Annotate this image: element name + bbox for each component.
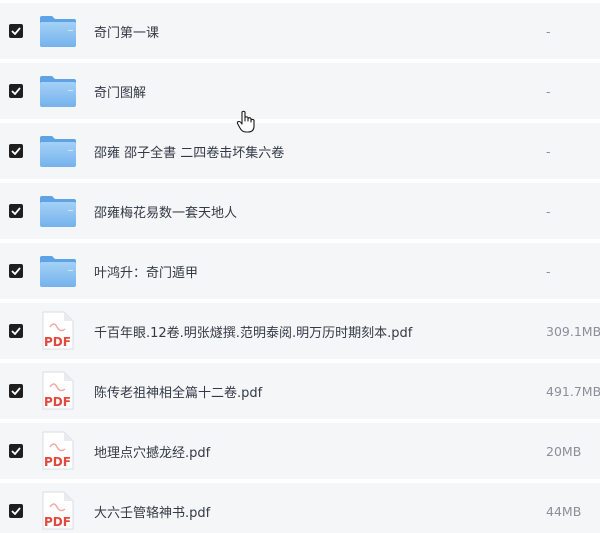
checkbox-checked-icon[interactable] — [9, 444, 23, 458]
pdf-file-icon: PDF — [40, 371, 76, 410]
file-name[interactable]: 地理点穴撼龙经.pdf — [94, 442, 210, 461]
pdf-label: PDF — [44, 455, 71, 469]
file-list: 奇门第一课 - 奇门图解 - 邵雍 邵子全書 二四卷击坏集六卷 - 邵雍梅花易数… — [0, 0, 600, 533]
file-size: 20MB — [546, 443, 582, 459]
file-size: - — [546, 263, 551, 279]
checkbox-checked-icon[interactable] — [9, 84, 23, 98]
pdf-label: PDF — [44, 335, 71, 349]
file-row[interactable]: 叶鸿升：奇门遁甲 - — [0, 243, 600, 299]
file-row[interactable]: 邵雍 邵子全書 二四卷击坏集六卷 - — [0, 123, 600, 179]
checkbox-checked-icon[interactable] — [9, 24, 23, 38]
pdf-label: PDF — [44, 395, 71, 409]
folder-icon — [40, 193, 76, 229]
file-size: 309.1MB — [546, 323, 600, 339]
pdf-label: PDF — [44, 515, 71, 529]
file-name[interactable]: 大六壬管辂神书.pdf — [94, 502, 210, 521]
file-name[interactable]: 陈传老祖神相全篇十二卷.pdf — [94, 382, 262, 401]
file-size: - — [546, 83, 551, 99]
file-name[interactable]: 千百年眼.12卷.明张燧撰.范明泰阅.明万历时期刻本.pdf — [94, 322, 412, 341]
file-row[interactable]: PDF 陈传老祖神相全篇十二卷.pdf 491.7MB — [0, 363, 600, 419]
file-name[interactable]: 奇门图解 — [94, 82, 146, 101]
checkbox-checked-icon[interactable] — [9, 324, 23, 338]
file-name[interactable]: 奇门第一课 — [94, 22, 159, 41]
checkbox-checked-icon[interactable] — [9, 264, 23, 278]
file-row[interactable]: PDF 千百年眼.12卷.明张燧撰.范明泰阅.明万历时期刻本.pdf 309.1… — [0, 303, 600, 359]
file-size: 491.7MB — [546, 383, 600, 399]
pdf-file-icon: PDF — [40, 491, 76, 530]
file-name[interactable]: 邵雍梅花易数一套天地人 — [94, 202, 237, 221]
pdf-file-icon: PDF — [40, 311, 76, 350]
checkbox-checked-icon[interactable] — [9, 384, 23, 398]
file-row[interactable]: PDF 地理点穴撼龙经.pdf 20MB — [0, 423, 600, 479]
file-size: - — [546, 203, 551, 219]
file-row[interactable]: 奇门第一课 - — [0, 3, 600, 59]
folder-icon — [40, 253, 76, 289]
checkbox-checked-icon[interactable] — [9, 204, 23, 218]
file-size: - — [546, 143, 551, 159]
folder-icon — [40, 133, 76, 169]
folder-icon — [40, 13, 76, 49]
pdf-file-icon: PDF — [40, 431, 76, 470]
file-size: - — [546, 23, 551, 39]
file-name[interactable]: 邵雍 邵子全書 二四卷击坏集六卷 — [94, 142, 284, 161]
file-row[interactable]: 邵雍梅花易数一套天地人 - — [0, 183, 600, 239]
file-name[interactable]: 叶鸿升：奇门遁甲 — [94, 262, 198, 281]
folder-icon — [40, 73, 76, 109]
file-row[interactable]: 奇门图解 - — [0, 63, 600, 119]
checkbox-checked-icon[interactable] — [9, 144, 23, 158]
file-size: 44MB — [546, 503, 582, 519]
file-row[interactable]: PDF 大六壬管辂神书.pdf 44MB — [0, 483, 600, 533]
checkbox-checked-icon[interactable] — [9, 504, 23, 518]
